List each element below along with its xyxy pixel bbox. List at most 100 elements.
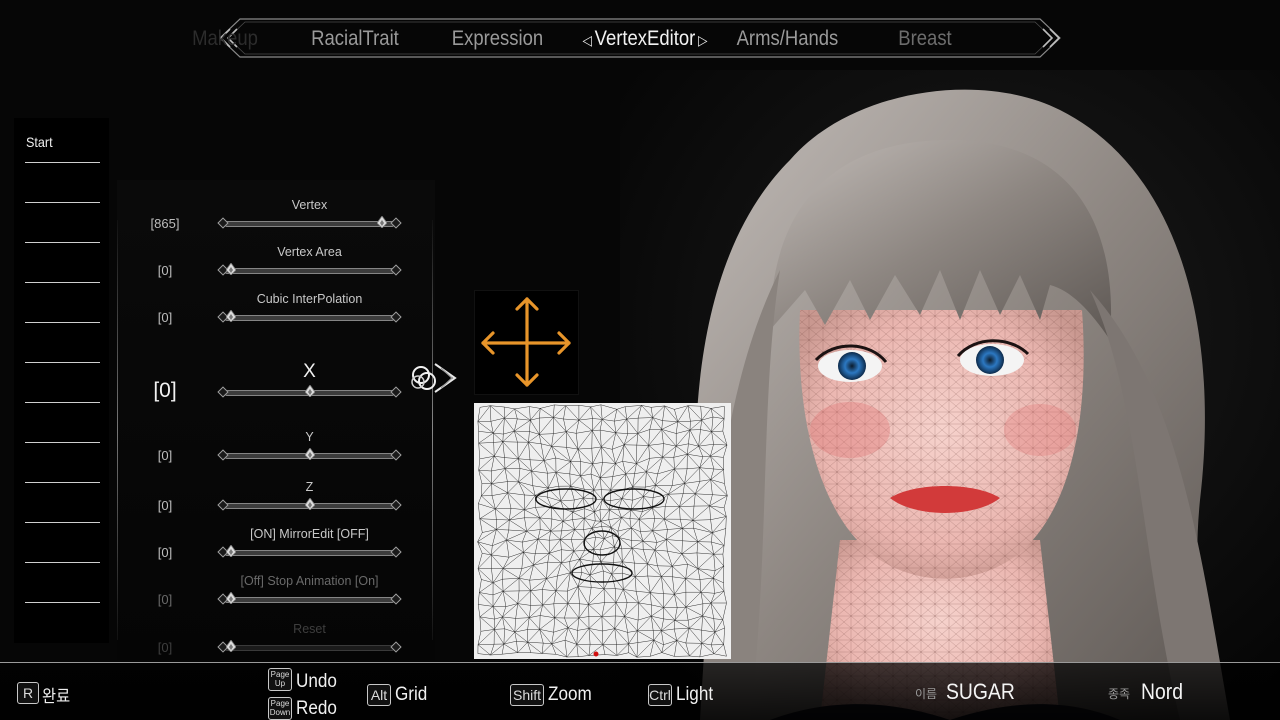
slider-value-reset: [0]	[157, 640, 173, 655]
slider-value-z: [0]	[157, 498, 173, 513]
slider-row-z: [0] Z	[117, 478, 417, 518]
key-ctrl: Ctrl	[648, 684, 672, 706]
tab-next-icon[interactable]	[1039, 27, 1061, 49]
slider-vertex-area[interactable]	[217, 262, 402, 277]
bottom-hint-bar: R 완료 Page Up Undo Page Down Redo Alt Gri…	[0, 662, 1280, 720]
slider-track	[225, 597, 394, 603]
slider-mirror-edit[interactable]	[217, 544, 402, 559]
slider-row-y: [0] Y	[117, 428, 417, 468]
slider-cubic-interpolation[interactable]	[217, 309, 402, 324]
tab-racialtrait[interactable]: RacialTrait	[311, 26, 399, 52]
light-button[interactable]: Light	[676, 684, 713, 706]
slider-row-stop-animation: [0] [Off] Stop Animation [On]	[117, 572, 417, 612]
sidebar-item-1[interactable]: Start	[25, 122, 100, 163]
slider-x[interactable]	[217, 384, 402, 399]
slider-z[interactable]	[217, 497, 402, 512]
sidebar-item-12[interactable]	[25, 562, 100, 603]
slider-row-x: [0] X	[117, 361, 417, 405]
slider-value-vertex: [865]	[150, 216, 180, 231]
slider-y[interactable]	[217, 447, 402, 462]
slider-value-stop-animation: [0]	[157, 592, 173, 607]
sidebar-item-10[interactable]	[25, 482, 100, 523]
name-caption: 이름	[915, 687, 938, 701]
uv-wireframe-map[interactable]	[474, 403, 731, 659]
selected-vertex-marker	[593, 651, 599, 657]
sidebar-item-4[interactable]	[25, 242, 100, 283]
tab-expression[interactable]: Expression	[447, 26, 548, 52]
slider-thumb[interactable]	[225, 639, 237, 653]
sidebar-item-6[interactable]	[25, 322, 100, 363]
undo-button[interactable]: Undo	[296, 671, 337, 693]
redo-button[interactable]: Redo	[296, 698, 337, 720]
slider-value-vertex-area: [0]	[157, 263, 173, 278]
slider-label-x: X	[303, 361, 316, 382]
tab-breast[interactable]: Breast	[885, 26, 964, 52]
zoom-button[interactable]: Zoom	[548, 684, 592, 706]
slider-label-vertex-area: Vertex Area	[277, 245, 342, 259]
tab-vertexeditor[interactable]: ◁ VertexEditor ▷	[579, 26, 711, 52]
slider-row-cubic-interpolation: [0] Cubic InterPolation	[117, 290, 417, 330]
key-alt: Alt	[367, 684, 391, 706]
slider-track	[225, 221, 394, 227]
slider-value-x: [0]	[153, 379, 177, 402]
slider-label-z: Z	[305, 480, 314, 494]
slider-row-mirror-edit: [0] [ON] MirrorEdit [OFF]	[117, 525, 417, 565]
sidebar-item-5[interactable]	[25, 282, 100, 323]
character-race: Nord	[1141, 679, 1183, 704]
slider-track	[225, 645, 394, 651]
sidebar-item-8[interactable]	[25, 402, 100, 443]
sidebar-item-2[interactable]	[25, 162, 100, 203]
sidebar-item-label: Start	[26, 134, 53, 150]
sidebar-list: Start	[14, 118, 109, 643]
category-tab-bar: Makeup RacialTrait Expression ◁ VertexEdi…	[192, 18, 1065, 58]
uv-feature-outline	[583, 530, 621, 556]
slider-label-y: Y	[305, 430, 314, 444]
slider-track	[225, 550, 394, 556]
key-shift: Shift	[510, 684, 544, 706]
slider-track	[225, 315, 394, 321]
slider-reset[interactable]	[217, 639, 402, 654]
move-gizmo[interactable]	[474, 290, 579, 395]
slider-thumb[interactable]	[225, 262, 237, 276]
slider-thumb[interactable]	[303, 497, 316, 511]
key-page-down: Page Down	[268, 697, 292, 720]
panel-divider-right	[432, 220, 433, 640]
slider-label-reset: Reset	[293, 622, 326, 636]
slider-thumb[interactable]	[303, 447, 316, 461]
slider-label-vertex: Vertex	[291, 198, 328, 212]
sidebar-item-11[interactable]	[25, 522, 100, 563]
slider-stop-animation[interactable]	[217, 591, 402, 606]
selector-knot-arrow-icon[interactable]	[405, 360, 461, 396]
slider-value-mirror-edit: [0]	[157, 545, 173, 560]
tab-vertexeditor-label: VertexEditor	[594, 27, 696, 50]
tab-arms-hands[interactable]: Arms/Hands	[737, 26, 839, 52]
slider-row-vertex: [865] Vertex	[117, 196, 417, 236]
slider-thumb[interactable]	[376, 215, 388, 229]
vertex-slider-panel: [865] Vertex [0] Vertex Area [0] Cubic InterP…	[117, 180, 435, 660]
slider-thumb[interactable]	[225, 544, 237, 558]
slider-row-reset: [0] Reset	[117, 620, 417, 660]
move-arrows-icon	[481, 297, 571, 387]
grid-button[interactable]: Grid	[395, 684, 427, 706]
slider-value-cubic-interpolation: [0]	[157, 310, 173, 325]
slider-thumb[interactable]	[225, 309, 237, 323]
sidebar-item-9[interactable]	[25, 442, 100, 483]
tab-active-right-icon: ▷	[697, 32, 708, 48]
race-caption: 종족	[1108, 687, 1131, 701]
sidebar-item-7[interactable]	[25, 362, 100, 403]
bottom-bar-divider	[0, 662, 1280, 663]
slider-vertex[interactable]	[217, 215, 402, 230]
slider-track	[225, 268, 394, 274]
slider-thumb[interactable]	[225, 591, 237, 605]
done-button[interactable]: 완료	[42, 682, 70, 707]
key-page-up: Page Up	[268, 668, 292, 691]
uv-feature-outline	[603, 488, 665, 510]
sidebar-item-3[interactable]	[25, 202, 100, 243]
slider-label-cubic-interpolation: Cubic InterPolation	[256, 292, 363, 306]
tab-makeup[interactable]: Makeup	[190, 26, 260, 52]
slider-thumb[interactable]	[303, 384, 316, 398]
slider-row-vertex-area: [0] Vertex Area	[117, 243, 417, 283]
key-r: R	[17, 682, 39, 704]
tab-active-left-icon: ◁	[582, 32, 593, 48]
slider-label-mirror-edit: [ON] MirrorEdit [OFF]	[250, 527, 369, 541]
